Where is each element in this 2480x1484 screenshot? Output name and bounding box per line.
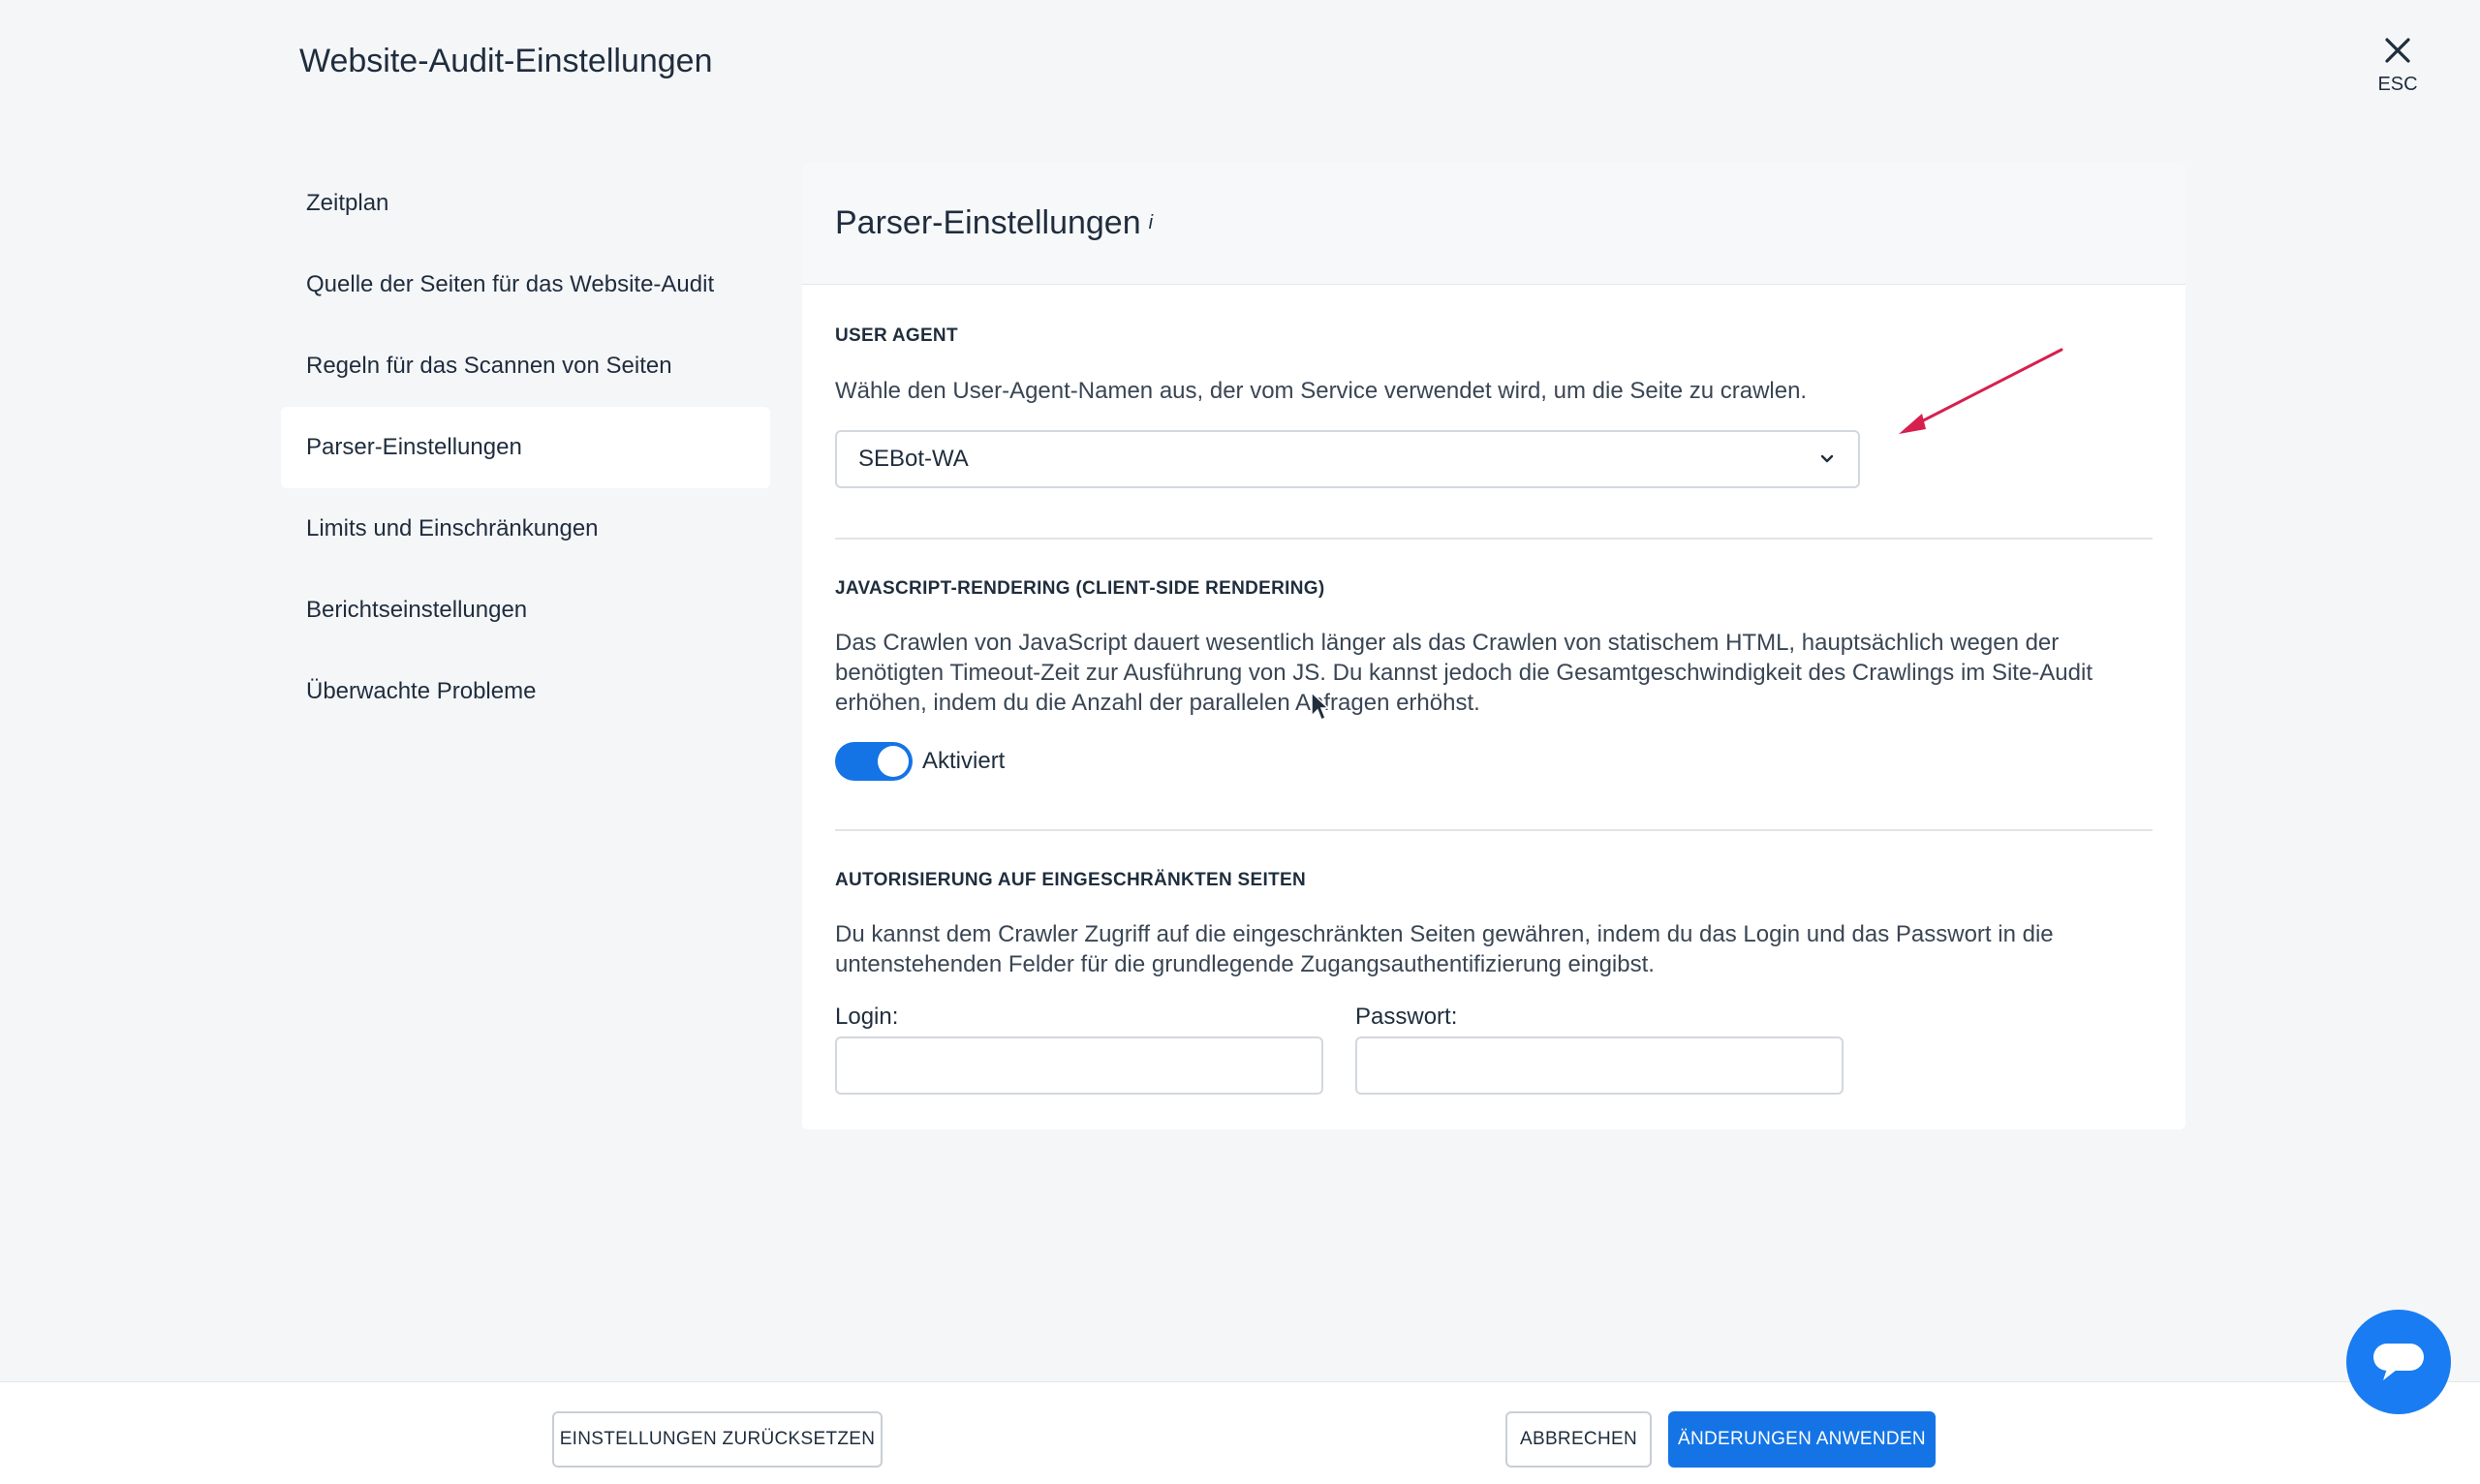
close-icon [2385,38,2410,63]
sidebar-item-limits[interactable]: Limits und Einschränkungen [281,488,770,570]
chat-widget-button[interactable] [2346,1310,2451,1414]
reset-settings-button[interactable]: EINSTELLUNGEN ZURÜCKSETZEN [552,1411,883,1468]
cancel-button[interactable]: ABBRECHEN [1505,1411,1652,1468]
sidebar-item-quelle[interactable]: Quelle der Seiten für das Website-Audit [281,244,770,325]
section-divider [835,829,2153,831]
modal-title: Website-Audit-Einstellungen [299,43,713,79]
annotation-arrow-icon [1899,348,2063,434]
toggle-status-label: Aktiviert [922,748,1006,774]
close-button[interactable]: ESC [2364,35,2432,107]
js-rendering-description: Das Crawlen von JavaScript dauert wesent… [835,630,2092,716]
settings-sidebar: Zeitplan Quelle der Seiten für das Websi… [281,163,770,732]
sidebar-item-probleme[interactable]: Überwachte Probleme [281,651,770,732]
password-label: Passwort: [1355,1004,1458,1030]
user-agent-selected-value: SEBot-WA [858,446,969,472]
settings-modal: Website-Audit-Einstellungen ESC Zeitplan… [0,0,2480,1484]
sidebar-item-regeln[interactable]: Regeln für das Scannen von Seiten [281,325,770,407]
modal-footer: EINSTELLUNGEN ZURÜCKSETZEN ABBRECHEN ÄND… [0,1381,2480,1484]
chevron-down-icon [1820,454,1834,463]
toggle-knob [878,746,909,777]
js-rendering-label: JAVASCRIPT-RENDERING (CLIENT-SIDE RENDER… [835,578,1325,599]
js-rendering-toggle[interactable] [835,742,913,781]
sidebar-item-zeitplan[interactable]: Zeitplan [281,163,770,244]
section-divider [835,538,2153,540]
sidebar-item-parser[interactable]: Parser-Einstellungen [281,407,770,488]
info-icon[interactable]: i [1149,212,1153,234]
panel-title: Parser-Einstellungen [835,204,1141,241]
login-input[interactable] [835,1036,1323,1095]
mouse-cursor-icon [1311,691,1329,722]
user-agent-select[interactable]: SEBot-WA [835,430,1860,488]
login-label: Login: [835,1004,899,1030]
auth-description: Du kannst dem Crawler Zugriff auf die ei… [835,921,2054,977]
chat-bubble-icon [2373,1344,2424,1380]
js-rendering-toggle-row: Aktiviert [835,742,1005,781]
panel-header: Parser-Einstellungen i [802,163,2186,285]
parser-settings-panel: Parser-Einstellungen i USER AGENT Wähle … [802,163,2186,1129]
apply-changes-button[interactable]: ÄNDERUNGEN ANWENDEN [1668,1411,1936,1468]
password-input[interactable] [1355,1036,1844,1095]
auth-label: AUTORISIERUNG AUF EINGESCHRÄNKTEN SEITEN [835,870,1306,890]
esc-label: ESC [2377,74,2418,95]
sidebar-item-berichte[interactable]: Berichtseinstellungen [281,570,770,651]
